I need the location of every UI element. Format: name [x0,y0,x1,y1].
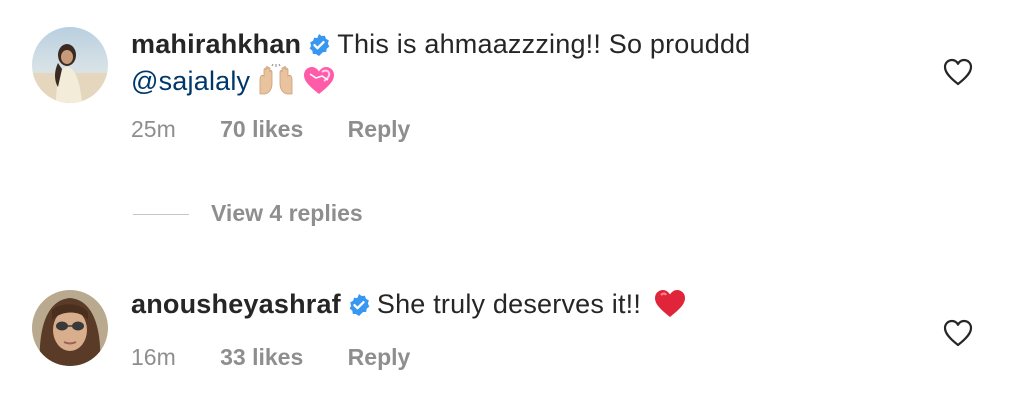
view-replies-button[interactable]: View 4 replies [133,200,363,230]
comment-username[interactable]: mahirahkhan [131,29,301,59]
view-replies-label: View 4 replies [211,200,363,226]
red-heart-emoji [653,289,687,329]
verified-badge-icon [307,33,331,57]
comment-body: She truly deserves it!! [376,289,642,319]
reply-button[interactable]: Reply [348,116,411,142]
like-heart-outline-icon[interactable] [942,318,974,348]
avatar-image [32,27,108,103]
comment-text: anousheyashraf She truly deserves it!! [131,286,687,329]
comment-time: 25m [131,116,176,142]
heart-with-ribbon-emoji [302,66,336,106]
comment-meta: 16m 33 likes Reply [131,344,448,371]
avatar-image [32,290,108,366]
comment-time: 16m [131,344,176,370]
comment-likes[interactable]: 70 likes [220,116,303,142]
comment-username[interactable]: anousheyashraf [131,289,341,319]
reply-button[interactable]: Reply [348,344,411,370]
raising-hands-emoji [256,63,296,106]
avatar-anousheyashraf[interactable] [32,290,108,366]
verified-badge-icon [347,293,371,317]
comment-likes[interactable]: 33 likes [220,344,303,370]
replies-divider [133,214,189,216]
comment-text: mahirahkhan This is ahmaazzzing!! So prou… [131,26,750,106]
like-heart-outline-icon[interactable] [942,57,974,87]
mention-link[interactable]: @sajalaly [131,66,250,96]
avatar-mahirahkhan[interactable] [32,27,108,103]
comment-meta: 25m 70 likes Reply [131,116,448,143]
comment-body: This is ahmaazzzing!! So prouddd [337,29,751,59]
